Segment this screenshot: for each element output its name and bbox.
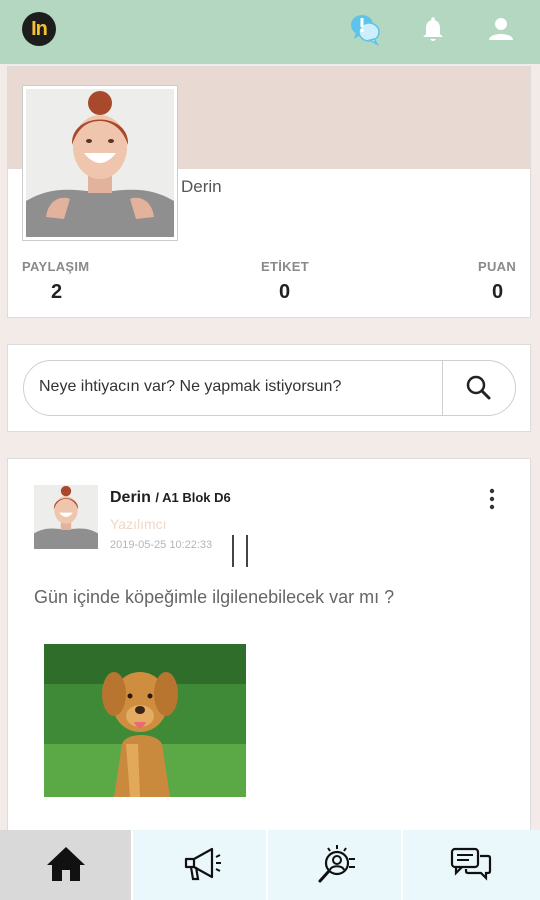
stat-value-points[interactable]: 0	[492, 281, 503, 304]
profile-avatar[interactable]	[22, 85, 178, 241]
chat-bubbles-icon	[450, 847, 492, 881]
post-text: Gün içinde köpeğimle ilgilenebilecek var…	[34, 587, 395, 607]
profile-card: Derin PAYLAŞIM 2 ETİKET 0 PUAN 0	[7, 66, 531, 318]
search-input[interactable]: Neye ihtiyacın var? Ne yapmak istiyorsun…	[23, 360, 516, 416]
search-icon	[466, 375, 491, 400]
chat-alert-icon[interactable]	[348, 12, 382, 47]
stat-label-shares: PAYLAŞIM	[22, 259, 90, 274]
text-cursor	[246, 535, 248, 567]
nav-tab-announcements[interactable]	[135, 830, 268, 900]
stat-label-tags: ETİKET	[261, 259, 310, 274]
megaphone-icon	[184, 847, 221, 881]
people-search-icon	[318, 845, 355, 883]
nav-tab-messages[interactable]	[405, 830, 538, 900]
user-icon[interactable]	[484, 12, 518, 46]
post-timestamp: 2019-05-25 10:22:33	[110, 539, 213, 551]
search-divider	[442, 361, 443, 415]
bottom-nav	[0, 830, 540, 900]
stat-label-points: PUAN	[478, 259, 517, 274]
profile-username: Derin	[181, 177, 222, 196]
post-card: Derin / A1 Blok D6 Yazılımcı 2019-05-25 …	[7, 458, 531, 838]
post-location: / A1 Blok D6	[155, 490, 231, 505]
app-logo-text: In	[31, 18, 48, 40]
search-button[interactable]	[444, 361, 514, 415]
top-app-bar: In	[0, 0, 540, 64]
search-placeholder: Neye ihtiyacın var? Ne yapmak istiyorsun…	[39, 378, 342, 395]
nav-tab-home[interactable]	[0, 830, 133, 900]
nav-tab-search-people[interactable]	[270, 830, 403, 900]
app-logo[interactable]: In	[22, 12, 56, 46]
stat-value-shares[interactable]: 2	[51, 281, 62, 304]
more-options-icon[interactable]	[482, 487, 502, 511]
home-icon	[47, 847, 85, 881]
post-author-avatar[interactable]	[34, 485, 98, 549]
stat-value-tags[interactable]: 0	[279, 281, 290, 304]
post-author-role: Yazılımcı	[110, 516, 167, 532]
text-cursor	[232, 535, 234, 567]
post-author[interactable]: Derin / A1 Blok D6	[110, 489, 231, 507]
bell-icon[interactable]	[416, 12, 450, 46]
search-card: Neye ihtiyacın var? Ne yapmak istiyorsun…	[7, 344, 531, 432]
post-image[interactable]	[44, 644, 246, 797]
post-author-name: Derin	[110, 489, 151, 506]
